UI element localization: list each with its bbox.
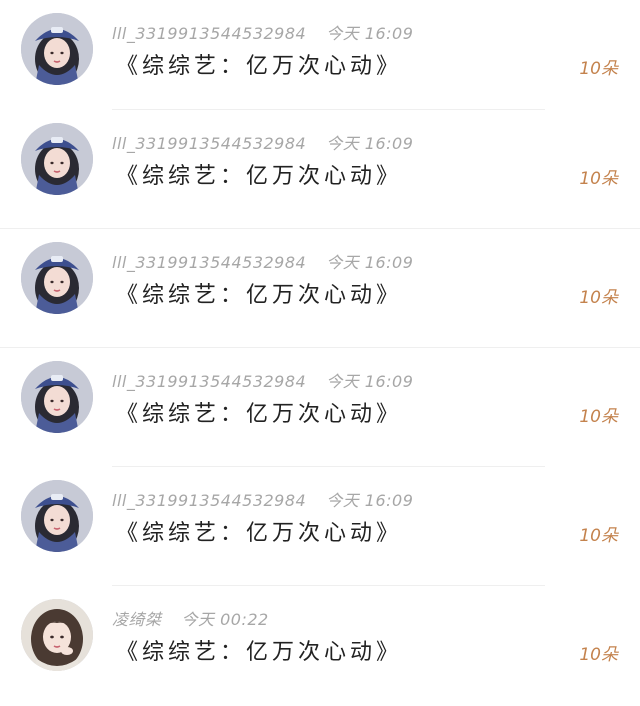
timestamp: 今天 16:09	[326, 253, 414, 272]
flower-count: 10朵	[579, 407, 618, 427]
girl-blue-cap-avatar[interactable]	[21, 361, 93, 433]
girl-blue-cap-avatar[interactable]	[21, 242, 93, 314]
timestamp: 今天 16:09	[326, 134, 414, 153]
username[interactable]: 凌绮桀	[112, 610, 162, 629]
comment-meta: lll_3319913544532984 今天 16:09	[112, 249, 413, 273]
username[interactable]: lll_3319913544532984	[112, 253, 306, 272]
list-item[interactable]: lll_3319913544532984 今天 16:09 《综综艺：亿万次心动》…	[0, 110, 640, 229]
list-item[interactable]: lll_3319913544532984 今天 16:09 《综综艺：亿万次心动》…	[0, 0, 640, 110]
comment-meta: lll_3319913544532984 今天 16:09	[112, 487, 413, 511]
list-item[interactable]: 凌绮桀 今天 00:22 《综综艺：亿万次心动》 10朵	[0, 586, 640, 705]
gift-title: 《综综艺：亿万次心动》	[116, 54, 403, 79]
comment-meta: 凌绮桀 今天 00:22	[112, 606, 269, 630]
flower-count: 10朵	[579, 288, 618, 308]
timestamp: 今天 16:09	[326, 24, 414, 43]
timestamp: 今天 00:22	[181, 610, 269, 629]
girl-blue-cap-avatar[interactable]	[21, 13, 93, 85]
flower-count: 10朵	[579, 526, 618, 546]
username[interactable]: lll_3319913544532984	[112, 372, 306, 391]
flower-count: 10朵	[579, 59, 618, 79]
list-item[interactable]: lll_3319913544532984 今天 16:09 《综综艺：亿万次心动》…	[0, 229, 640, 348]
comment-meta: lll_3319913544532984 今天 16:09	[112, 20, 413, 44]
girl-brown-hair-avatar[interactable]	[21, 599, 93, 671]
timestamp: 今天 16:09	[326, 491, 414, 510]
username[interactable]: lll_3319913544532984	[112, 134, 306, 153]
flower-count: 10朵	[579, 645, 618, 665]
girl-blue-cap-avatar[interactable]	[21, 123, 93, 195]
gift-title: 《综综艺：亿万次心动》	[116, 164, 403, 189]
gift-title: 《综综艺：亿万次心动》	[116, 402, 403, 427]
list-item[interactable]: lll_3319913544532984 今天 16:09 《综综艺：亿万次心动》…	[0, 467, 640, 586]
girl-blue-cap-avatar[interactable]	[21, 480, 93, 552]
comment-meta: lll_3319913544532984 今天 16:09	[112, 368, 413, 392]
timestamp: 今天 16:09	[326, 372, 414, 391]
gift-title: 《综综艺：亿万次心动》	[116, 283, 403, 308]
comment-meta: lll_3319913544532984 今天 16:09	[112, 130, 413, 154]
gift-comment-list: lll_3319913544532984 今天 16:09 《综综艺：亿万次心动》…	[0, 0, 640, 705]
gift-title: 《综综艺：亿万次心动》	[116, 521, 403, 546]
list-item[interactable]: lll_3319913544532984 今天 16:09 《综综艺：亿万次心动》…	[0, 348, 640, 467]
username[interactable]: lll_3319913544532984	[112, 491, 306, 510]
flower-count: 10朵	[579, 169, 618, 189]
username[interactable]: lll_3319913544532984	[112, 24, 306, 43]
gift-title: 《综综艺：亿万次心动》	[116, 640, 403, 665]
